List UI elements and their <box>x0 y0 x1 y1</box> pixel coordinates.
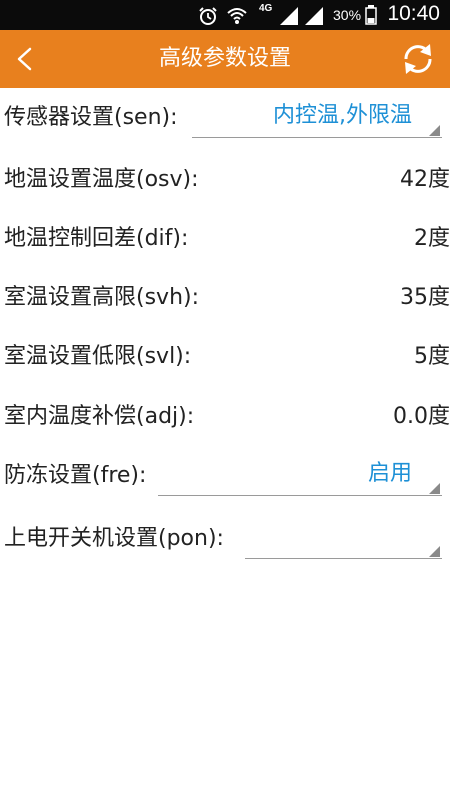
clock: 10:40 <box>387 2 440 25</box>
page-title: 高级参数设置 <box>158 46 291 71</box>
signal-icon-2 <box>305 7 323 25</box>
anti-freeze-dropdown[interactable]: 启用 <box>158 454 450 500</box>
refresh-button[interactable] <box>398 39 438 79</box>
dropdown-arrow-icon <box>429 125 440 136</box>
power-on-setting-label: 上电开关机设置(pon): <box>4 526 224 551</box>
signal-icon <box>280 7 298 25</box>
dropdown-arrow-icon <box>429 546 440 557</box>
battery-percentage: 30% <box>333 7 362 23</box>
app-bar: 高级参数设置 <box>0 30 450 88</box>
dropdown-underline <box>192 137 442 138</box>
anti-freeze-label: 防冻设置(fre): <box>4 463 147 488</box>
setting-row-osv[interactable]: 地温设置温度(osv): 42度 <box>0 152 450 208</box>
anti-freeze-value: 启用 <box>367 461 412 486</box>
wifi-icon <box>227 8 247 24</box>
floor-temp-setpoint-value: 42度 <box>400 167 450 192</box>
sensor-setting-label: 传感器设置(sen): <box>4 105 178 130</box>
setting-row-adj[interactable]: 室内温度补偿(adj): 0.0度 <box>0 389 450 445</box>
status-bar: 4G 30% 10:40 <box>0 0 450 30</box>
battery-icon <box>365 5 377 25</box>
floor-temp-hysteresis-label: 地温控制回差(dif): <box>4 226 189 251</box>
sensor-setting-dropdown[interactable]: 内控温,外限温 <box>192 96 450 142</box>
alarm-icon <box>199 7 217 25</box>
room-temp-high-limit-label: 室温设置高限(svh): <box>4 285 200 310</box>
dropdown-underline <box>158 495 442 496</box>
setting-row-pon: 上电开关机设置(pon): <box>0 511 450 567</box>
setting-row-svl[interactable]: 室温设置低限(svl): 5度 <box>0 329 450 385</box>
room-temp-compensation-label: 室内温度补偿(adj): <box>4 404 195 429</box>
room-temp-low-limit-value: 5度 <box>414 344 450 369</box>
setting-row-svh[interactable]: 室温设置高限(svh): 35度 <box>0 270 450 326</box>
dropdown-arrow-icon <box>429 483 440 494</box>
refresh-icon <box>404 44 432 74</box>
network-type: 4G <box>259 3 273 14</box>
floor-temp-hysteresis-value: 2度 <box>414 226 450 251</box>
room-temp-high-limit-value: 35度 <box>400 285 450 310</box>
room-temp-low-limit-label: 室温设置低限(svl): <box>4 344 192 369</box>
power-on-setting-dropdown[interactable] <box>245 517 450 563</box>
dropdown-underline <box>245 558 442 559</box>
sensor-setting-value: 内控温,外限温 <box>273 103 412 128</box>
setting-row-dif[interactable]: 地温控制回差(dif): 2度 <box>0 211 450 267</box>
setting-row-sensor: 传感器设置(sen): 内控温,外限温 <box>0 90 450 146</box>
setting-row-fre: 防冻设置(fre): 启用 <box>0 448 450 504</box>
room-temp-compensation-value: 0.0度 <box>393 404 450 429</box>
floor-temp-setpoint-label: 地温设置温度(osv): <box>4 167 199 192</box>
